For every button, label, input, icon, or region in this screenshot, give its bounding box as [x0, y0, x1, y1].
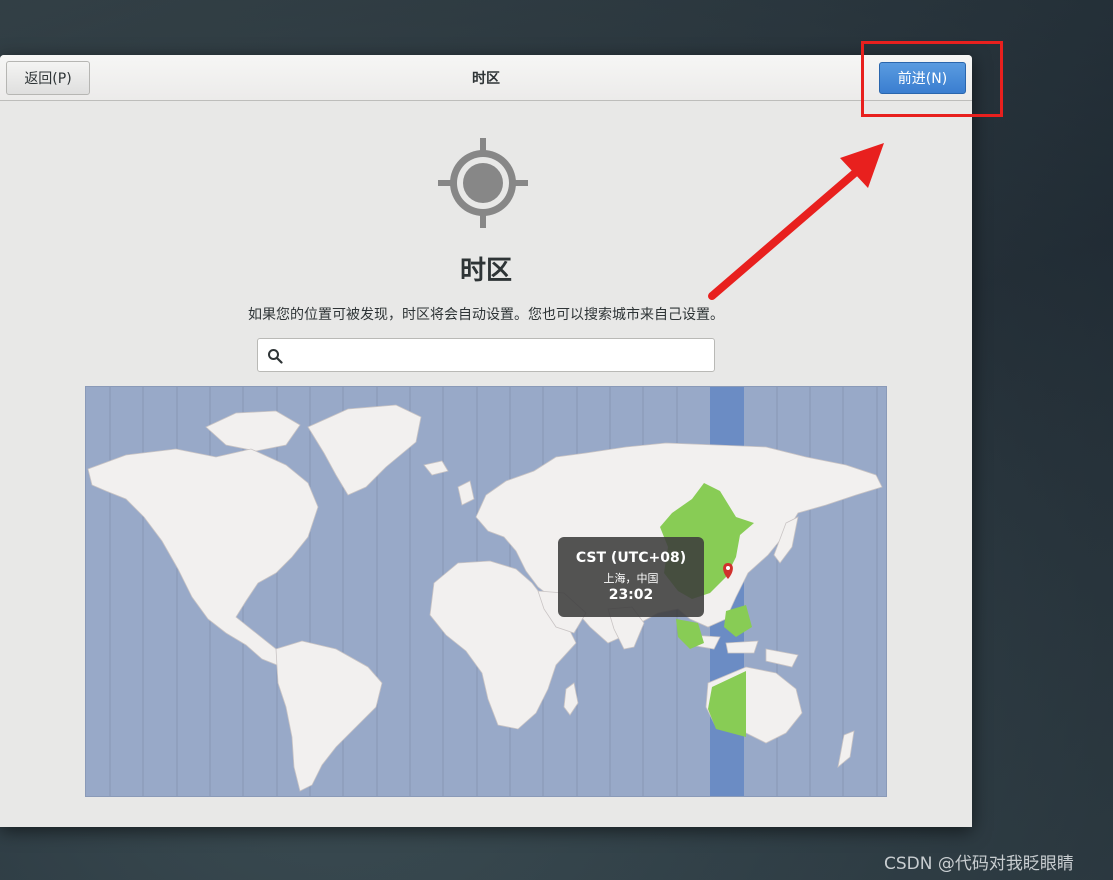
watermark-text: CSDN @代码对我眨眼睛 [884, 854, 1074, 874]
page-heading: 时区 [459, 256, 512, 286]
back-button[interactable]: 返回(P) [6, 61, 90, 95]
header-bar: 返回(P) 时区 前进(N) [0, 55, 972, 101]
page-description: 如果您的位置可被发现，时区将会自动设置。您也可以搜索城市来自己设置。 [248, 307, 724, 323]
location-target-icon [438, 138, 528, 228]
tooltip-city: 上海，中国 [603, 572, 659, 585]
annotation-highlight-box [861, 41, 1003, 117]
search-icon [268, 349, 283, 364]
timezone-tooltip: CST (UTC+08) 上海，中国 23:02 [558, 537, 704, 617]
continents [87, 404, 883, 792]
search-input[interactable] [290, 343, 708, 367]
world-map[interactable] [86, 387, 887, 797]
city-search-field[interactable] [257, 338, 715, 372]
tooltip-time: 23:02 [608, 587, 654, 603]
installer-window: 返回(P) 时区 前进(N) 时区 如果您的位置可被发现，时区将会自动设置。您也… [0, 55, 972, 827]
tooltip-zone: CST (UTC+08) [575, 550, 687, 566]
timezone-map[interactable]: CST (UTC+08) 上海，中国 23:02 [85, 386, 887, 797]
window-title: 时区 [472, 71, 500, 87]
